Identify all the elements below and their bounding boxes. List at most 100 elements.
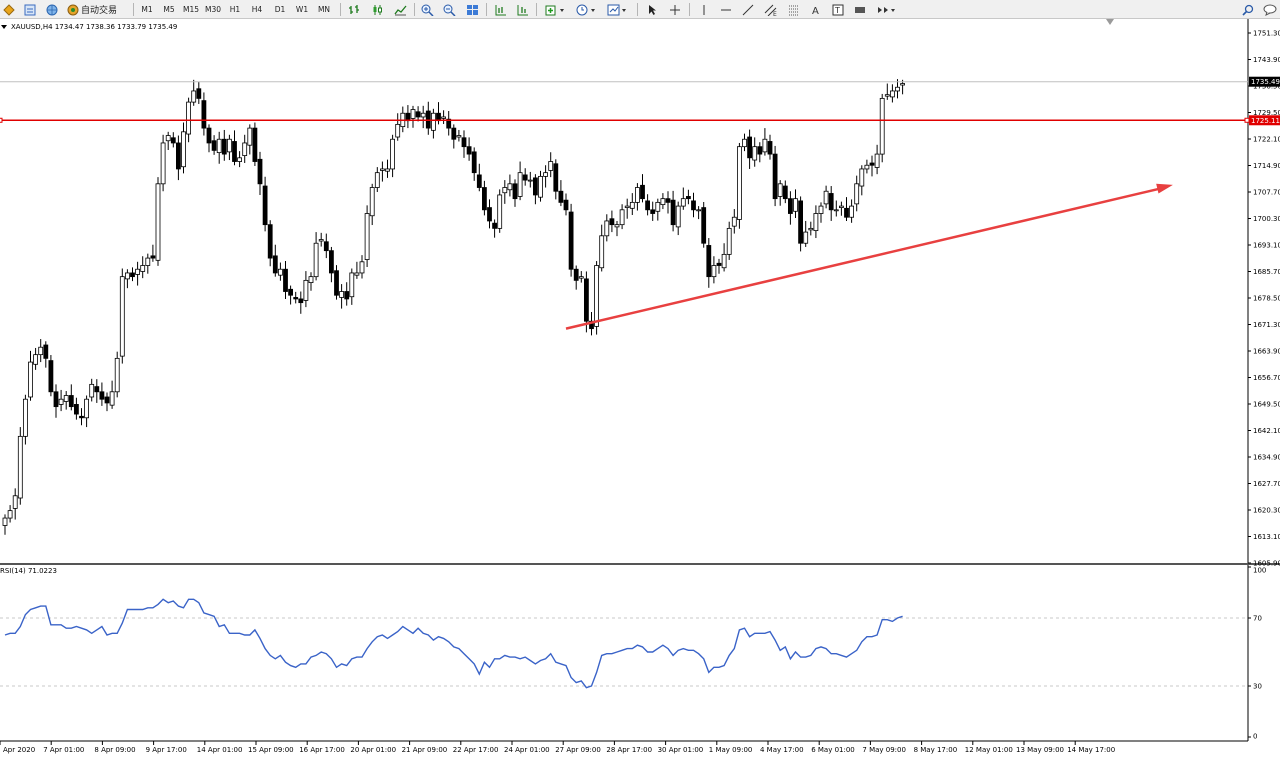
- bull-candle[interactable]: [507, 183, 513, 191]
- bull-candle[interactable]: [125, 272, 130, 280]
- bear-candle[interactable]: [670, 199, 676, 226]
- bear-candle[interactable]: [252, 127, 258, 162]
- bull-candle[interactable]: [38, 346, 44, 356]
- bull-candle[interactable]: [33, 354, 38, 365]
- templates-button[interactable]: [605, 2, 631, 17]
- bear-candle[interactable]: [298, 298, 304, 304]
- bear-candle[interactable]: [716, 262, 722, 266]
- bull-candle[interactable]: [721, 253, 727, 269]
- price-chart[interactable]: 1751.301743.901736.501729.501722.101714.…: [0, 19, 1280, 760]
- bull-candle[interactable]: [364, 213, 370, 260]
- bear-candle[interactable]: [150, 255, 156, 259]
- bull-candle[interactable]: [604, 220, 610, 237]
- bull-candle[interactable]: [548, 161, 554, 171]
- bull-candle[interactable]: [497, 194, 503, 229]
- bear-candle[interactable]: [563, 199, 569, 211]
- auto-scroll-icon[interactable]: [492, 2, 508, 17]
- bar-chart-icon[interactable]: [346, 2, 362, 17]
- bull-candle[interactable]: [726, 227, 732, 255]
- equidistant-channel-icon[interactable]: E: [762, 2, 780, 17]
- bear-candle[interactable]: [257, 158, 263, 185]
- bull-candle[interactable]: [849, 205, 854, 218]
- bull-candle[interactable]: [160, 142, 166, 185]
- candlestick-icon[interactable]: [369, 2, 385, 17]
- bear-candle[interactable]: [828, 193, 834, 211]
- bear-candle[interactable]: [645, 200, 650, 211]
- bear-candle[interactable]: [609, 218, 615, 226]
- bull-candle[interactable]: [7, 510, 13, 519]
- profiles-icon[interactable]: [23, 2, 37, 17]
- bear-candle[interactable]: [788, 198, 793, 214]
- bull-candle[interactable]: [441, 116, 447, 119]
- bull-candle[interactable]: [614, 224, 620, 228]
- bear-candle[interactable]: [706, 245, 712, 278]
- timeframe-h1[interactable]: H1: [224, 2, 246, 17]
- bear-candle[interactable]: [558, 190, 564, 203]
- timeframe-h4[interactable]: H4: [246, 2, 268, 17]
- bear-candle[interactable]: [487, 207, 492, 222]
- bull-candle[interactable]: [538, 175, 543, 198]
- bull-candle[interactable]: [874, 153, 880, 168]
- bull-candle[interactable]: [84, 398, 89, 419]
- bear-candle[interactable]: [206, 127, 212, 144]
- search-icon[interactable]: [1240, 2, 1256, 17]
- bear-candle[interactable]: [665, 198, 671, 203]
- bear-candle[interactable]: [175, 142, 181, 170]
- timeframe-m15[interactable]: M15: [180, 2, 202, 17]
- bull-candle[interactable]: [803, 231, 809, 244]
- bull-candle[interactable]: [191, 90, 197, 103]
- zoom-out-icon[interactable]: [441, 2, 457, 17]
- bull-candle[interactable]: [543, 172, 548, 177]
- bull-candle[interactable]: [655, 201, 661, 212]
- bull-candle[interactable]: [395, 123, 401, 138]
- new-chart-icon[interactable]: [2, 2, 16, 17]
- bull-candle[interactable]: [884, 94, 890, 97]
- bear-candle[interactable]: [130, 272, 135, 278]
- line-anchor-left[interactable]: [0, 117, 3, 123]
- bear-candle[interactable]: [283, 268, 288, 292]
- bull-candle[interactable]: [17, 435, 23, 499]
- bear-candle[interactable]: [201, 100, 207, 129]
- bull-candle[interactable]: [359, 261, 365, 274]
- bear-candle[interactable]: [869, 162, 875, 166]
- bear-candle[interactable]: [461, 137, 467, 148]
- zoom-in-icon[interactable]: [419, 2, 435, 17]
- bull-candle[interactable]: [430, 112, 436, 131]
- arrows-icon[interactable]: [874, 2, 900, 17]
- bull-candle[interactable]: [737, 146, 742, 220]
- text-label-icon[interactable]: T: [830, 2, 846, 17]
- bull-candle[interactable]: [216, 138, 222, 154]
- bear-candle[interactable]: [533, 177, 538, 196]
- bear-candle[interactable]: [767, 141, 773, 155]
- bull-candle[interactable]: [675, 205, 681, 228]
- bear-candle[interactable]: [211, 140, 217, 151]
- bull-candle[interactable]: [599, 235, 605, 269]
- bear-candle[interactable]: [640, 184, 645, 200]
- bull-candle[interactable]: [277, 268, 283, 276]
- bull-candle[interactable]: [680, 198, 686, 207]
- bear-candle[interactable]: [481, 187, 487, 211]
- bull-candle[interactable]: [145, 257, 151, 266]
- bull-candle[interactable]: [385, 168, 390, 172]
- bull-candle[interactable]: [2, 517, 8, 526]
- bear-candle[interactable]: [328, 250, 334, 274]
- bull-candle[interactable]: [410, 109, 416, 119]
- dropdown-triangle-icon[interactable]: [1, 25, 7, 29]
- timeframe-m30[interactable]: M30: [202, 2, 224, 17]
- bull-candle[interactable]: [823, 190, 829, 205]
- bear-candle[interactable]: [512, 183, 518, 200]
- bull-candle[interactable]: [247, 127, 253, 146]
- bull-candle[interactable]: [28, 361, 33, 398]
- bull-candle[interactable]: [63, 395, 69, 402]
- timeframe-w1[interactable]: W1: [291, 2, 313, 17]
- bear-candle[interactable]: [844, 207, 849, 218]
- bear-candle[interactable]: [471, 151, 477, 174]
- cursor-icon[interactable]: [644, 2, 660, 17]
- bear-candle[interactable]: [451, 127, 457, 140]
- bull-candle[interactable]: [731, 216, 737, 227]
- bull-candle[interactable]: [379, 168, 385, 171]
- chat-icon[interactable]: [1262, 2, 1278, 17]
- bull-candle[interactable]: [864, 164, 870, 170]
- bull-candle[interactable]: [369, 187, 375, 217]
- bull-candle[interactable]: [374, 172, 380, 188]
